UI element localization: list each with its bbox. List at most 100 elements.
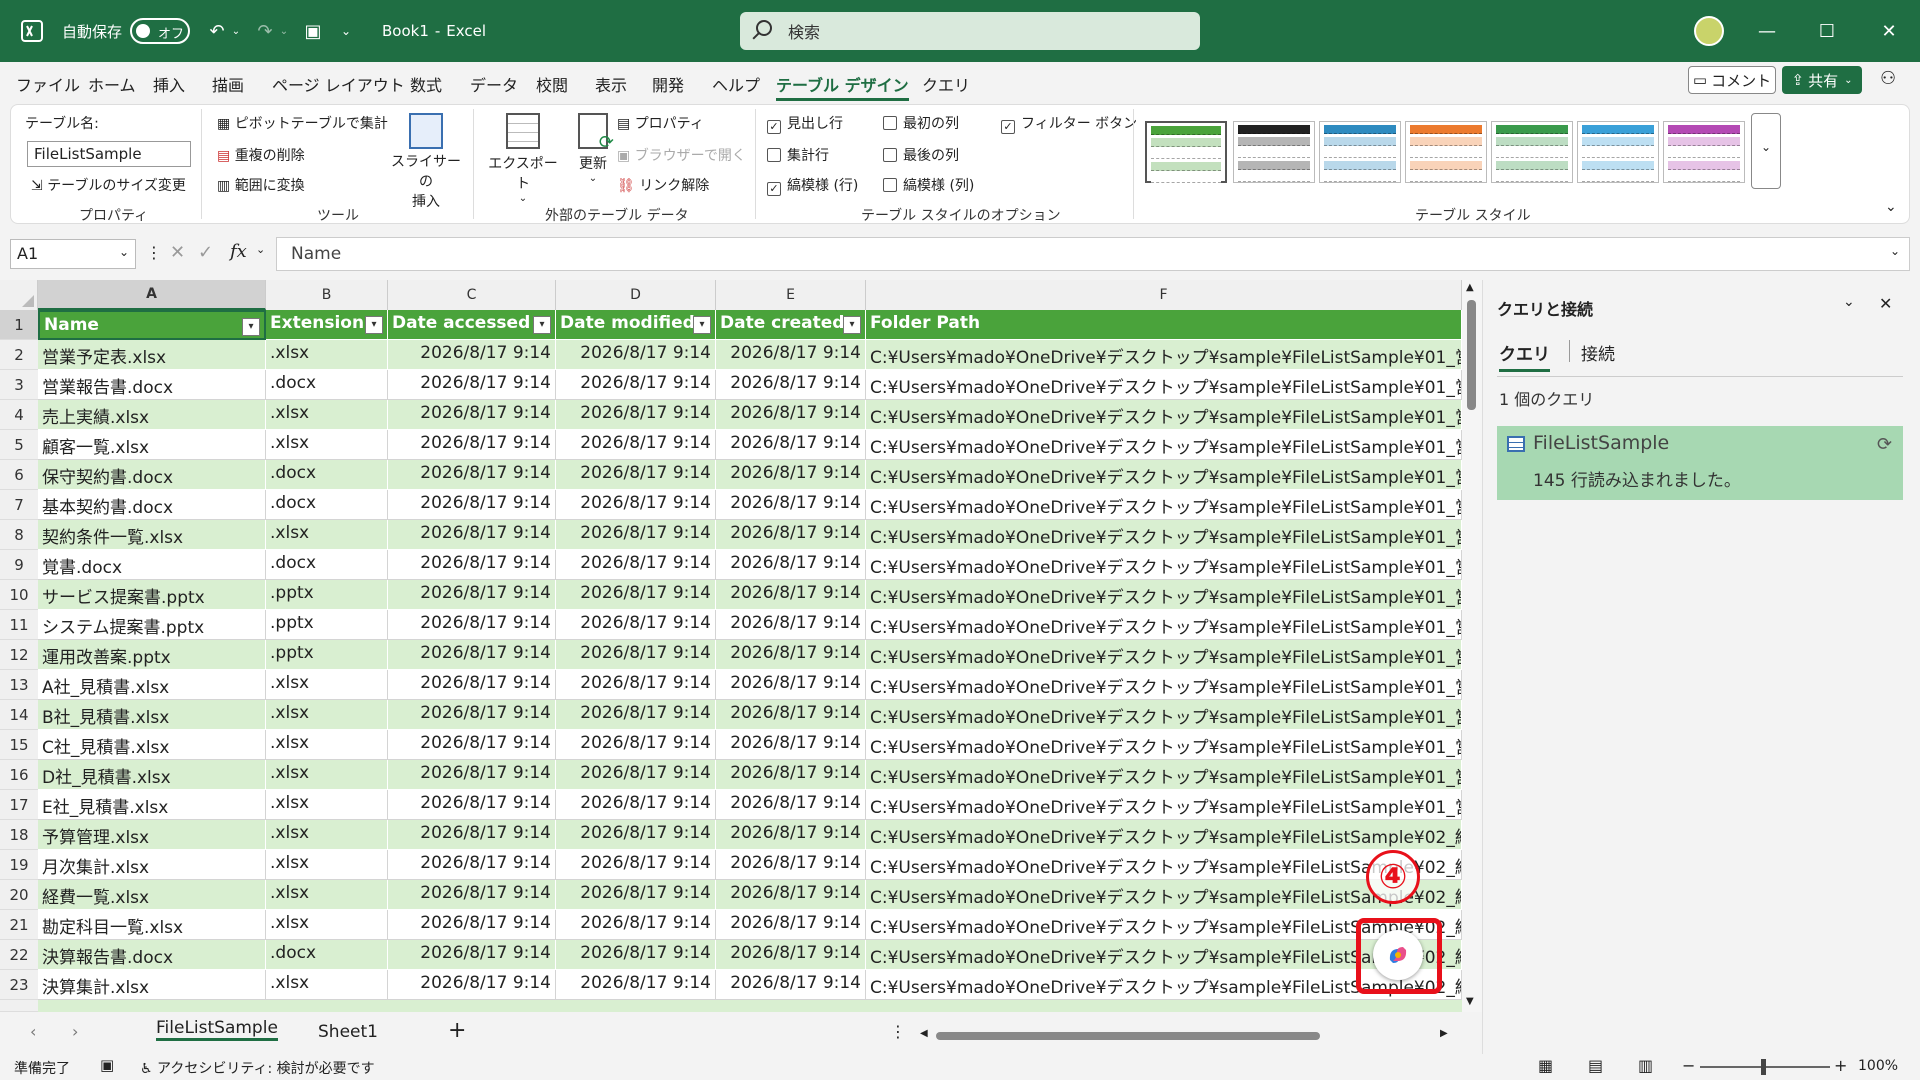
properties-button[interactable]: ▤ プロパティ [617,113,704,133]
table-style-swatch-blue[interactable] [1319,121,1401,183]
table-cell-acc[interactable]: 2026/8/17 9:14 [388,790,556,820]
header-cell-folder-path[interactable]: Folder Path [866,310,1462,340]
table-cell-ext[interactable]: .xlsx [266,790,388,820]
table-cell-path[interactable]: C:¥Users¥mado¥OneDrive¥デスクトップ¥sample¥Fil… [866,370,1462,400]
menu-data[interactable]: データ [470,72,518,96]
query-refresh-icon[interactable]: ⟳ [1877,434,1892,455]
table-cell-cre[interactable]: 2026/8/17 9:14 [716,610,866,640]
table-cell-path[interactable]: C:¥Users¥mado¥OneDrive¥デスクトップ¥sample¥Fil… [866,820,1462,850]
table-cell-ext[interactable]: .xlsx [266,730,388,760]
opt-total-row[interactable]: 集計行 [767,145,829,165]
resize-table-button[interactable]: ⇲ テーブルのサイズ変更 [31,175,186,195]
table-cell-mod[interactable]: 2026/8/17 9:14 [556,820,716,850]
table-cell-ext[interactable]: .xlsx [266,670,388,700]
table-cell-mod[interactable]: 2026/8/17 9:14 [556,430,716,460]
menu-draw[interactable]: 描画 [212,72,244,96]
table-cell-path[interactable]: C:¥Users¥mado¥OneDrive¥デスクトップ¥sample¥Fil… [866,790,1462,820]
opt-banded-columns[interactable]: 縞模様 (列) [883,175,974,195]
table-cell-name[interactable]: 予算管理.xlsx [38,820,266,850]
table-cell-ext[interactable]: .docx [266,490,388,520]
remove-duplicates-button[interactable]: ▤ 重複の削除 [217,145,305,165]
row-header[interactable]: 8 [0,520,38,550]
export-button[interactable]: エクスポート ⌄ [485,113,561,204]
row-header[interactable]: 21 [0,910,38,940]
table-cell-path[interactable]: C:¥Users¥mado¥OneDrive¥デスクトップ¥sample¥Fil… [866,430,1462,460]
table-cell-acc[interactable]: 2026/8/17 9:14 [388,940,556,970]
table-cell-ext[interactable]: .pptx [266,580,388,610]
table-cell-acc[interactable]: 2026/8/17 9:14 [388,430,556,460]
row-header[interactable]: 15 [0,730,38,760]
pivot-button[interactable]: ▦ ピボットテーブルで集計 [217,113,388,133]
table-cell-path[interactable]: C:¥Users¥mado¥OneDrive¥デスクトップ¥sample¥Fil… [866,730,1462,760]
menu-table-design[interactable]: テーブル デザイン [776,72,909,101]
comment-button[interactable]: ▭ コメント [1688,66,1776,94]
table-style-swatch-dark[interactable] [1233,121,1315,183]
coauthoring-icon[interactable]: ⚇ [1880,68,1896,89]
table-cell-path[interactable]: C:¥Users¥mado¥OneDrive¥デスクトップ¥sample¥Fil… [866,520,1462,550]
table-cell-path[interactable]: C:¥Users¥mado¥OneDrive¥デスクトップ¥sample¥Fil… [866,640,1462,670]
row-header[interactable]: 7 [0,490,38,520]
redo-icon[interactable]: ↷ [252,16,278,46]
filter-dropdown-icon[interactable]: ▾ [843,316,861,334]
row-header[interactable]: 2 [0,340,38,370]
table-cell-acc[interactable]: 2026/8/17 9:14 [388,700,556,730]
table-cell-path[interactable]: C:¥Users¥mado¥OneDrive¥デスクトップ¥sample¥Fil… [866,550,1462,580]
row-header-1[interactable]: 1 [0,310,38,340]
table-cell-ext[interactable]: .xlsx [266,760,388,790]
table-cell-mod[interactable]: 2026/8/17 9:14 [556,400,716,430]
table-cell-mod[interactable]: 2026/8/17 9:14 [556,520,716,550]
table-cell-name[interactable]: 月次集計.xlsx [38,850,266,880]
table-cell-ext[interactable]: .xlsx [266,850,388,880]
table-cell-acc[interactable]: 2026/8/17 9:14 [388,760,556,790]
table-cell-mod[interactable]: 2026/8/17 9:14 [556,940,716,970]
table-style-swatch-orange[interactable] [1405,121,1487,183]
menu-help[interactable]: ヘルプ [712,72,760,96]
scroll-up-icon[interactable]: ▲ [1466,282,1474,293]
tab-connections[interactable]: 接続 [1581,340,1615,365]
table-cell-ext[interactable]: .docx [266,940,388,970]
table-cell-mod[interactable]: 2026/8/17 9:14 [556,790,716,820]
query-item[interactable]: FileListSample 145 行読み込まれました。 ⟳ [1497,426,1903,500]
filter-dropdown-icon[interactable]: ▾ [533,316,551,334]
zoom-in-icon[interactable]: + [1834,1056,1847,1075]
scroll-right-icon[interactable]: ▶ [1440,1028,1448,1039]
table-cell-mod[interactable]: 2026/8/17 9:14 [556,550,716,580]
table-cell-path[interactable]: C:¥Users¥mado¥OneDrive¥デスクトップ¥sample¥Fil… [866,760,1462,790]
table-cell-cre[interactable]: 2026/8/17 9:14 [716,880,866,910]
table-cell-ext[interactable]: .docx [266,460,388,490]
row-header[interactable]: 14 [0,700,38,730]
table-cell-name[interactable]: 営業報告書.docx [38,370,266,400]
table-cell-name[interactable]: A社_見積書.xlsx [38,670,266,700]
table-cell-acc[interactable]: 2026/8/17 9:14 [388,550,556,580]
accessibility-button[interactable]: ♿ アクセシビリティ: 検討が必要です [140,1058,375,1078]
table-cell-acc[interactable]: 2026/8/17 9:14 [388,730,556,760]
table-cell-cre[interactable]: 2026/8/17 9:14 [716,490,866,520]
confirm-entry-icon[interactable]: ✓ [198,242,213,263]
horizontal-scroll-thumb[interactable] [936,1032,1320,1040]
select-all-corner[interactable] [0,280,38,310]
column-header-c[interactable]: C [388,280,556,310]
row-header[interactable]: 19 [0,850,38,880]
table-cell-name[interactable]: E社_見積書.xlsx [38,790,266,820]
table-cell-ext[interactable]: .pptx [266,640,388,670]
next-sheet-icon[interactable]: › [72,1022,78,1041]
pane-options-icon[interactable]: ⌄ [1843,294,1855,310]
table-cell-cre[interactable]: 2026/8/17 9:14 [716,850,866,880]
opt-filter-button[interactable]: ✓ フィルター ボタン [1001,113,1137,134]
table-cell-name[interactable]: 営業予定表.xlsx [38,340,266,370]
menu-review[interactable]: 校閲 [536,72,568,96]
table-cell-ext[interactable]: .xlsx [266,430,388,460]
formula-input[interactable]: Name [276,237,1910,271]
header-cell-extension[interactable]: Extension ▾ [266,310,388,340]
table-cell-mod[interactable]: 2026/8/17 9:14 [556,640,716,670]
row-header[interactable]: 9 [0,550,38,580]
table-cell-name[interactable]: 基本契約書.docx [38,490,266,520]
table-cell-name[interactable]: 売上実績.xlsx [38,400,266,430]
scroll-down-icon[interactable]: ▼ [1466,996,1474,1007]
table-cell-name[interactable]: D社_見積書.xlsx [38,760,266,790]
table-cell-ext[interactable]: .xlsx [266,520,388,550]
row-header[interactable]: 11 [0,610,38,640]
table-cell-acc[interactable]: 2026/8/17 9:14 [388,820,556,850]
row-header[interactable]: 22 [0,940,38,970]
table-cell-ext[interactable]: .xlsx [266,910,388,940]
